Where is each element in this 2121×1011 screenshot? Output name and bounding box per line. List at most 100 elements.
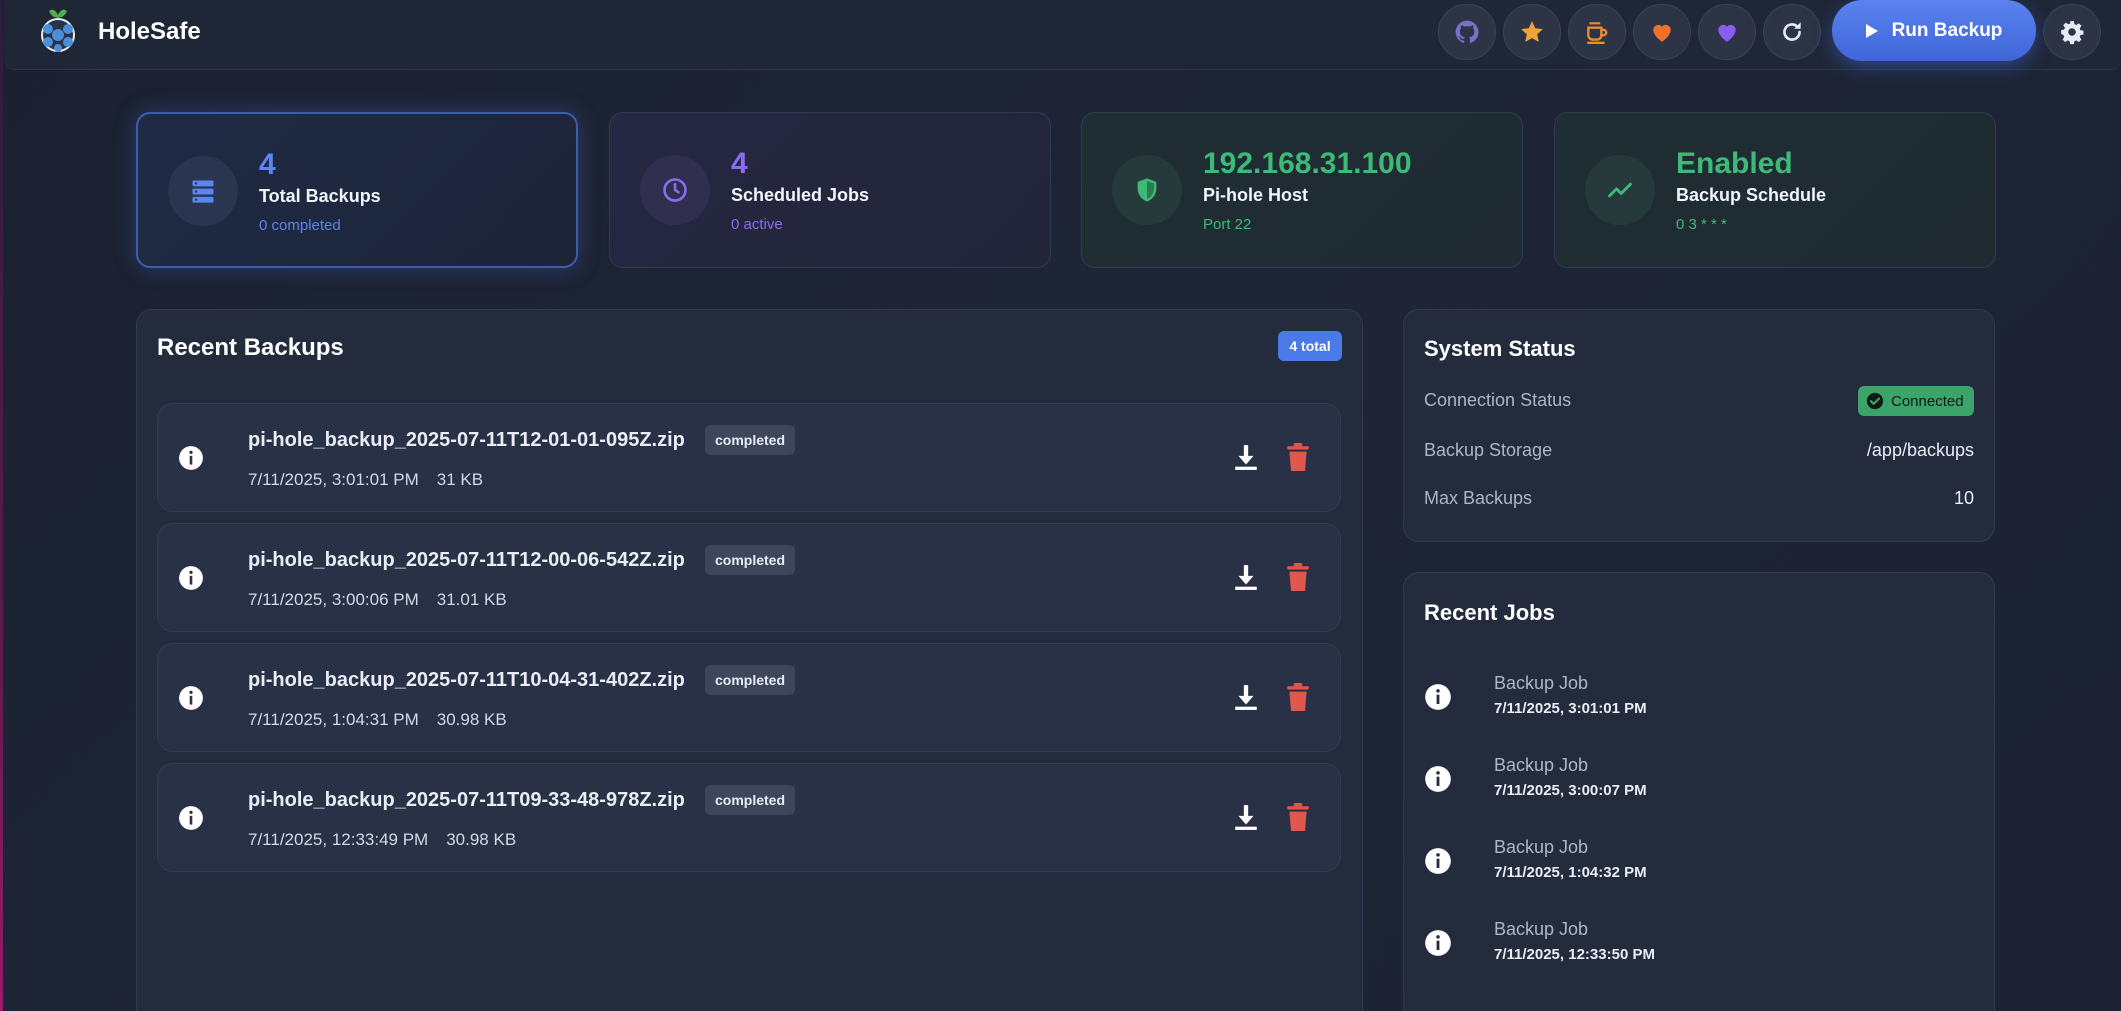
- stat-value: 4: [731, 147, 748, 180]
- status-row-max-backups: Max Backups 10: [1424, 488, 1974, 509]
- info-icon: [1425, 766, 1451, 792]
- stat-card-scheduled-jobs[interactable]: 4 Scheduled Jobs 0 active: [609, 112, 1051, 268]
- backup-meta: 7/11/2025, 1:04:31 PM 30.98 KB: [248, 710, 507, 730]
- job-title: Backup Job: [1494, 837, 1589, 857]
- backup-date: 7/11/2025, 3:00:06 PM: [248, 590, 419, 609]
- backup-row[interactable]: pi-hole_backup_2025-07-11T09-33-48-978Z.…: [157, 763, 1341, 872]
- backup-date: 7/11/2025, 3:01:01 PM: [248, 470, 419, 489]
- refresh-icon: [1783, 22, 1801, 41]
- connected-badge: Connected: [1858, 386, 1974, 416]
- status-badge: completed: [705, 665, 796, 695]
- backup-filename: pi-hole_backup_2025-07-11T09-33-48-978Z.…: [248, 789, 685, 811]
- stat-subtext: 0 3 * * *: [1676, 216, 1727, 233]
- info-icon: [1425, 684, 1451, 710]
- status-badge: completed: [705, 425, 796, 455]
- download-icon[interactable]: [1233, 803, 1259, 831]
- job-item[interactable]: Backup Job 7/11/2025, 1:04:32 PM: [1424, 837, 1974, 897]
- clock-icon: [640, 155, 710, 225]
- run-backup-label: Run Backup: [1891, 19, 2003, 41]
- backup-size: 31 KB: [436, 470, 484, 489]
- heart-icon: [1653, 24, 1671, 42]
- system-status-title: System Status: [1424, 336, 1576, 361]
- stat-label: Scheduled Jobs: [731, 185, 870, 205]
- info-icon[interactable]: [178, 685, 204, 711]
- status-row-storage: Backup Storage /app/backups: [1424, 440, 1974, 461]
- info-icon[interactable]: [178, 565, 204, 591]
- job-item[interactable]: Backup Job 7/11/2025, 3:01:01 PM: [1424, 673, 1974, 733]
- status-row-label: Connection Status: [1424, 390, 1572, 410]
- job-item[interactable]: Backup Job 7/11/2025, 12:33:50 PM: [1424, 919, 1974, 979]
- trash-icon[interactable]: [1286, 563, 1310, 591]
- trash-icon[interactable]: [1286, 803, 1310, 831]
- stat-subtext: 0 active: [731, 216, 783, 233]
- info-icon: [1425, 930, 1451, 956]
- info-icon[interactable]: [178, 805, 204, 831]
- backup-filename: pi-hole_backup_2025-07-11T12-00-06-542Z.…: [248, 549, 685, 571]
- backup-size: 30.98 KB: [436, 710, 507, 729]
- settings-button[interactable]: [2043, 4, 2101, 60]
- connected-label: Connected: [1891, 392, 1964, 410]
- backup-row[interactable]: pi-hole_backup_2025-07-11T12-00-06-542Z.…: [157, 523, 1341, 632]
- raspberry-logo-icon: [32, 5, 84, 57]
- info-icon: [1425, 848, 1451, 874]
- stat-subtext: 0 completed: [259, 217, 341, 234]
- download-icon[interactable]: [1233, 563, 1259, 591]
- download-icon[interactable]: [1233, 683, 1259, 711]
- job-title: Backup Job: [1494, 673, 1589, 693]
- backup-size: 31.01 KB: [436, 590, 507, 609]
- info-icon[interactable]: [178, 445, 204, 471]
- star-button[interactable]: [1503, 4, 1561, 60]
- status-badge: completed: [705, 785, 796, 815]
- backup-filename: pi-hole_backup_2025-07-11T12-01-01-095Z.…: [248, 429, 685, 451]
- check-circle-icon: [1866, 392, 1884, 410]
- status-row-label: Max Backups: [1424, 488, 1533, 508]
- stat-value: Enabled: [1676, 147, 1793, 180]
- run-backup-button[interactable]: Run Backup: [1832, 0, 2036, 61]
- backup-row[interactable]: pi-hole_backup_2025-07-11T10-04-31-402Z.…: [157, 643, 1341, 752]
- job-date: 7/11/2025, 3:00:07 PM: [1494, 782, 1647, 799]
- shield-icon: [1112, 155, 1182, 225]
- gear-icon: [2061, 21, 2084, 45]
- stat-label: Backup Schedule: [1676, 185, 1827, 205]
- stat-label: Total Backups: [259, 186, 381, 206]
- refresh-button[interactable]: [1763, 4, 1821, 60]
- job-title: Backup Job: [1494, 755, 1589, 775]
- backup-meta: 7/11/2025, 3:01:01 PM 31 KB: [248, 470, 483, 490]
- coffee-button[interactable]: [1568, 4, 1626, 60]
- job-date: 7/11/2025, 1:04:32 PM: [1494, 864, 1647, 881]
- stat-subtext: Port 22: [1203, 216, 1252, 233]
- heart-icon: [1718, 24, 1736, 42]
- coffee-icon: [1587, 22, 1608, 45]
- stat-card-backup-schedule[interactable]: Enabled Backup Schedule 0 3 * * *: [1554, 112, 1996, 268]
- play-icon: [1865, 23, 1878, 38]
- backup-row[interactable]: pi-hole_backup_2025-07-11T12-01-01-095Z.…: [157, 403, 1341, 512]
- backup-filename: pi-hole_backup_2025-07-11T10-04-31-402Z.…: [248, 669, 685, 691]
- sponsor-heart-button[interactable]: [1633, 4, 1691, 60]
- github-button[interactable]: [1438, 4, 1496, 60]
- job-date: 7/11/2025, 3:01:01 PM: [1494, 700, 1647, 717]
- status-row-value: /app/backups: [1866, 440, 1974, 460]
- window-edge: [0, 0, 3, 1011]
- status-row-value: 10: [1953, 488, 1974, 508]
- trend-icon: [1585, 155, 1655, 225]
- job-title: Backup Job: [1494, 919, 1589, 939]
- stat-card-pihole-host[interactable]: 192.168.31.100 Pi-hole Host Port 22: [1081, 112, 1523, 268]
- backup-size: 30.98 KB: [446, 830, 517, 849]
- recent-backups-title: Recent Backups: [157, 334, 344, 361]
- github-icon: [1455, 20, 1479, 43]
- download-icon[interactable]: [1233, 443, 1259, 471]
- stat-label: Pi-hole Host: [1203, 185, 1309, 205]
- database-icon: [168, 156, 238, 226]
- donate-heart-button[interactable]: [1698, 4, 1756, 60]
- recent-jobs-title: Recent Jobs: [1424, 600, 1555, 625]
- stat-card-total-backups[interactable]: 4 Total Backups 0 completed: [136, 112, 578, 268]
- backup-date: 7/11/2025, 1:04:31 PM: [248, 710, 419, 729]
- job-item[interactable]: Backup Job 7/11/2025, 3:00:07 PM: [1424, 755, 1974, 815]
- backup-date: 7/11/2025, 12:33:49 PM: [248, 830, 429, 849]
- trash-icon[interactable]: [1286, 683, 1310, 711]
- top-bar: HoleSafe Run Backup: [4, 0, 2121, 70]
- status-row-label: Backup Storage: [1424, 440, 1553, 460]
- app-brand: HoleSafe: [98, 18, 201, 45]
- backup-meta: 7/11/2025, 3:00:06 PM 31.01 KB: [248, 590, 507, 610]
- trash-icon[interactable]: [1286, 443, 1310, 471]
